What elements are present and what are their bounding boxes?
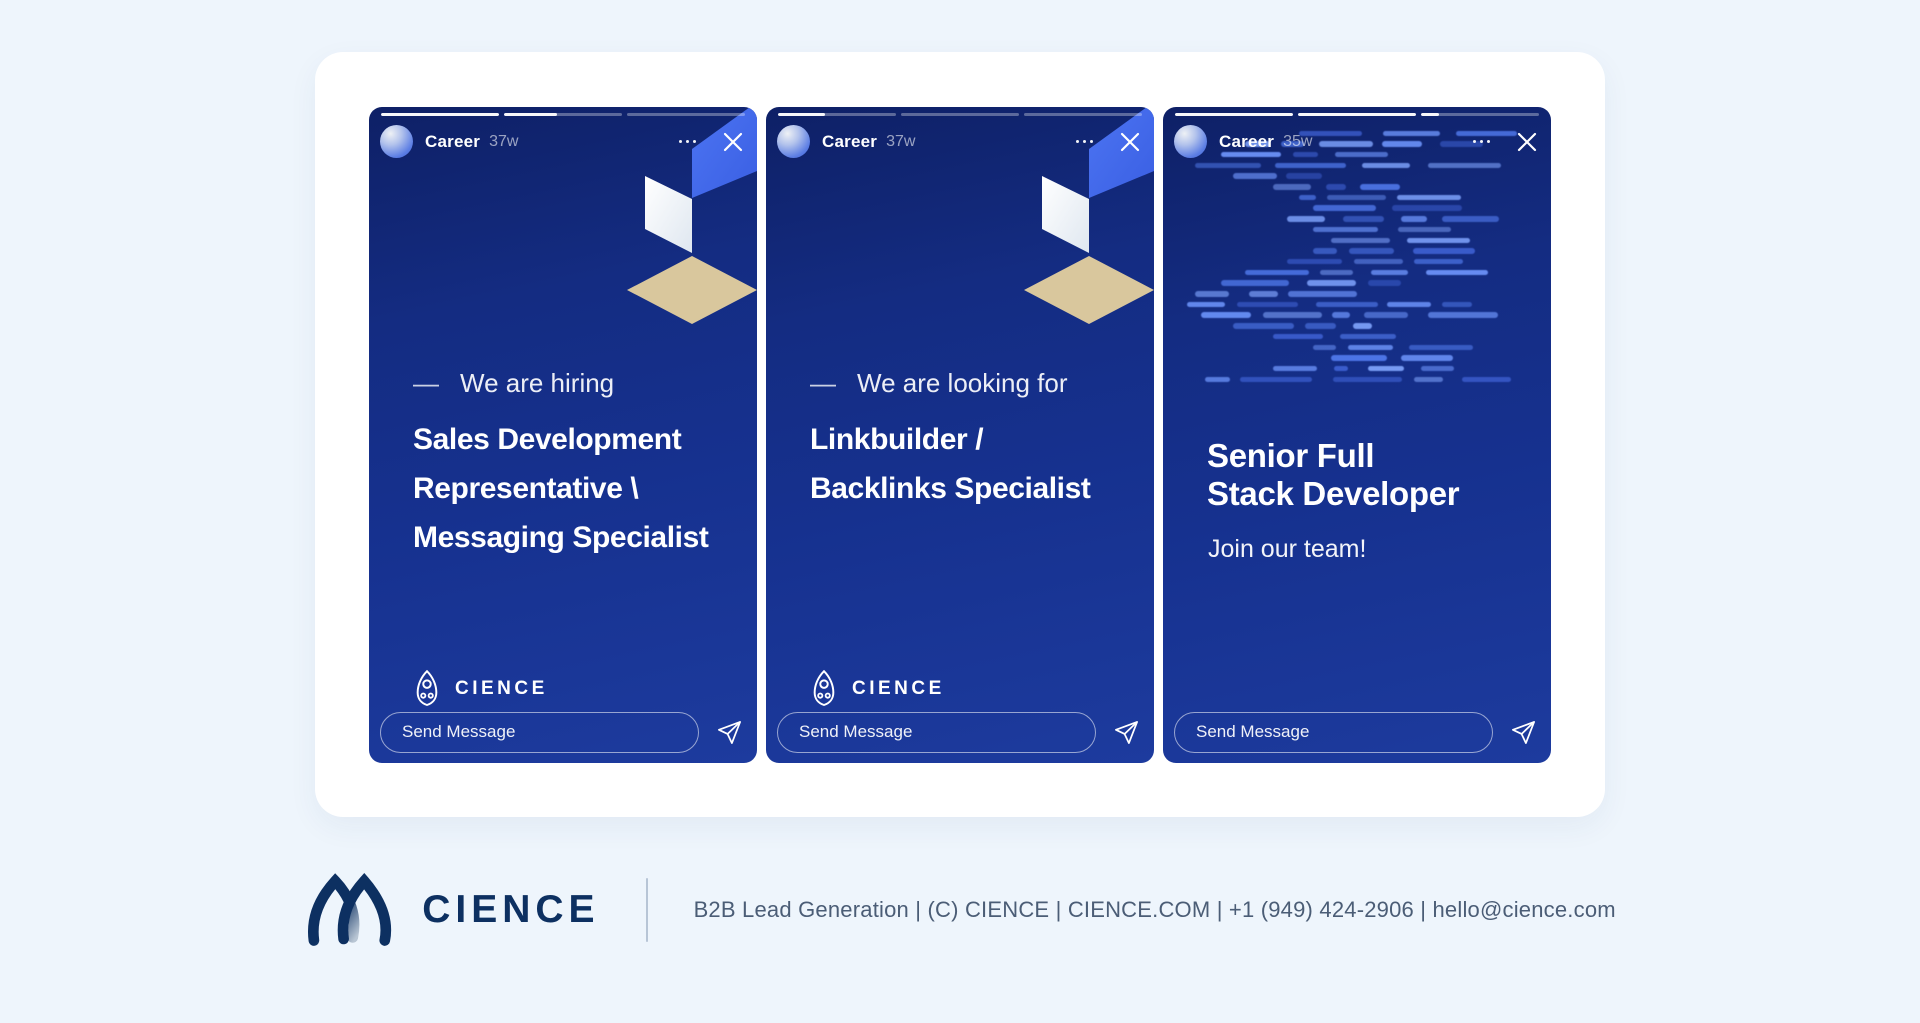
- progress-segment: [1024, 113, 1142, 116]
- stories-row: Career 37w — We are hiring Sales Develop…: [369, 107, 1551, 763]
- share-icon[interactable]: [716, 719, 743, 746]
- progress-segment: [504, 113, 622, 116]
- code-line: [1331, 238, 1482, 244]
- footer-brand-wordmark: CIENCE: [422, 888, 599, 932]
- story-title-line: Stack Developer: [1207, 475, 1459, 513]
- story-username[interactable]: Career: [1219, 132, 1274, 152]
- code-line: [1273, 334, 1412, 340]
- rocket-icon: [808, 669, 840, 709]
- send-message-placeholder: Send Message: [1196, 722, 1309, 742]
- code-line: [1331, 355, 1471, 361]
- story-title-line: Representative \: [413, 464, 708, 513]
- progress-segment: [778, 113, 896, 116]
- progress-segment: [627, 113, 745, 116]
- story-brand-label: CIENCE: [455, 678, 548, 700]
- code-line: [1233, 173, 1335, 179]
- story-age: 37w: [489, 133, 518, 151]
- code-line: [1195, 163, 1516, 169]
- share-icon[interactable]: [1510, 719, 1537, 746]
- story-username[interactable]: Career: [822, 132, 877, 152]
- story-title: Linkbuilder /Backlinks Specialist: [810, 415, 1091, 513]
- story-progress-bar: [1175, 113, 1539, 116]
- story-linkbuilder: Career 37w — We are looking for Linkbuil…: [766, 107, 1154, 763]
- story-brand: CIENCE: [808, 669, 945, 709]
- footer-logo: CIENCE: [304, 868, 599, 952]
- code-line: [1273, 184, 1415, 190]
- code-pattern-decoration: [1181, 131, 1543, 393]
- progress-segment: [1298, 113, 1416, 116]
- story-sales-development: Career 37w — We are hiring Sales Develop…: [369, 107, 757, 763]
- code-line: [1313, 227, 1471, 233]
- story-username[interactable]: Career: [425, 132, 480, 152]
- story-title-line: Backlinks Specialist: [810, 464, 1091, 513]
- code-line: [1299, 195, 1476, 201]
- story-kicker: — We are hiring: [413, 368, 614, 399]
- code-line: [1313, 205, 1478, 211]
- send-message-input[interactable]: Send Message: [380, 712, 699, 753]
- story-progress-bar: [778, 113, 1142, 116]
- story-header: Career 37w: [777, 125, 1143, 159]
- footer-tagline: B2B Lead Generation | (C) CIENCE | CIENC…: [694, 897, 1616, 923]
- more-options-icon[interactable]: [1076, 140, 1094, 144]
- code-line: [1195, 291, 1370, 297]
- more-options-icon[interactable]: [679, 140, 697, 144]
- avatar[interactable]: [1174, 125, 1207, 158]
- close-icon[interactable]: [720, 129, 746, 155]
- code-line: [1187, 302, 1482, 308]
- progress-segment: [1421, 113, 1539, 116]
- code-line: [1313, 345, 1484, 351]
- footer: CIENCE B2B Lead Generation | (C) CIENCE …: [0, 868, 1920, 952]
- avatar[interactable]: [777, 125, 810, 158]
- send-message-placeholder: Send Message: [402, 722, 515, 742]
- code-line: [1287, 259, 1476, 265]
- code-line: [1221, 280, 1415, 286]
- story-title: Sales DevelopmentRepresentative \Messagi…: [413, 415, 708, 562]
- story-header: Career 37w: [380, 125, 746, 159]
- code-line: [1273, 366, 1474, 372]
- story-age: 37w: [886, 133, 915, 151]
- send-message-placeholder: Send Message: [799, 722, 912, 742]
- close-icon[interactable]: [1117, 129, 1143, 155]
- code-line: [1287, 216, 1509, 222]
- story-brand: CIENCE: [411, 669, 548, 709]
- story-subtitle: Join our team!: [1208, 535, 1366, 564]
- story-header: Career 35w: [1174, 125, 1540, 159]
- progress-segment: [901, 113, 1019, 116]
- story-title-line: Senior Full: [1207, 437, 1459, 475]
- story-title-line: Messaging Specialist: [413, 513, 708, 562]
- kicker-text: We are looking for: [857, 368, 1068, 399]
- story-title: Senior FullStack Developer: [1207, 437, 1459, 513]
- story-kicker: — We are looking for: [810, 368, 1068, 399]
- send-message-input[interactable]: Send Message: [1174, 712, 1493, 753]
- kicker-dash: —: [810, 368, 836, 399]
- story-title-line: Linkbuilder /: [810, 415, 1091, 464]
- share-icon[interactable]: [1113, 719, 1140, 746]
- close-icon[interactable]: [1514, 129, 1540, 155]
- code-line: [1205, 377, 1522, 383]
- kicker-text: We are hiring: [460, 368, 614, 399]
- progress-segment: [1175, 113, 1293, 116]
- code-line: [1201, 312, 1517, 318]
- progress-segment: [381, 113, 499, 116]
- code-line: [1313, 248, 1496, 254]
- story-title-line: Sales Development: [413, 415, 708, 464]
- stories-card: Career 37w — We are hiring Sales Develop…: [315, 52, 1605, 817]
- story-progress-bar: [381, 113, 745, 116]
- send-message-input[interactable]: Send Message: [777, 712, 1096, 753]
- story-senior-fullstack: Career 35w Senior FullStack Developer Jo…: [1163, 107, 1551, 763]
- cience-logo-mark-icon: [304, 868, 400, 952]
- code-line: [1233, 323, 1382, 329]
- more-options-icon[interactable]: [1473, 140, 1491, 144]
- story-brand-label: CIENCE: [852, 678, 945, 700]
- footer-divider: [646, 878, 648, 942]
- avatar[interactable]: [380, 125, 413, 158]
- rocket-icon: [411, 669, 443, 709]
- story-age: 35w: [1283, 133, 1312, 151]
- code-line: [1245, 270, 1506, 276]
- kicker-dash: —: [413, 368, 439, 399]
